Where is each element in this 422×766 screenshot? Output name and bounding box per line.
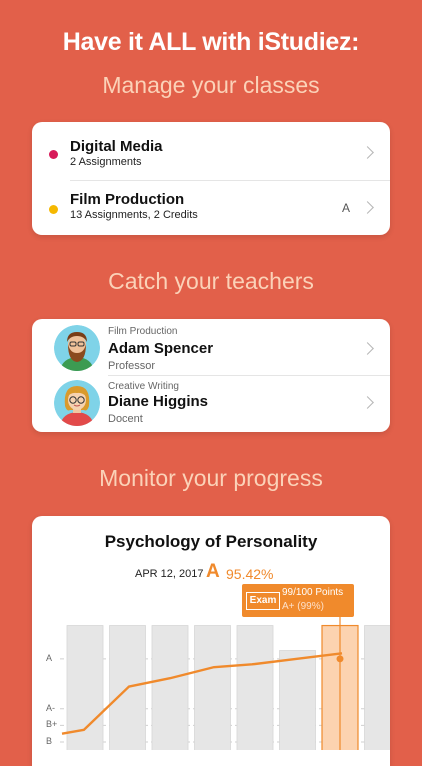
teacher-role: Docent [108,413,143,425]
catch-teachers-title: Catch your teachers [108,268,314,294]
y-tick-label: A- [46,702,55,713]
class-row-film-production[interactable]: Film Production 13 Assignments, 2 Credit… [32,179,390,235]
y-tick-label: A [46,652,53,663]
headline: Have it ALL with iStudiez: [62,28,360,56]
exam-tooltip[interactable]: Exam 99/100 Points A+ (99%) [242,584,354,617]
class-detail: 13 Assignments, 2 Credits [70,209,198,221]
teacher-name: Adam Spencer [108,340,214,357]
woman-with-glasses-avatar [54,380,100,426]
class-color-dot [49,150,58,159]
tooltip-grade: A+ (99%) [282,601,324,612]
y-tick-label: B [46,736,53,746]
chevron-right-icon [361,342,374,355]
teacher-course: Creative Writing [108,381,179,392]
class-name: Digital Media [70,138,163,155]
bar[interactable] [364,625,391,750]
teacher-course: Film Production [108,326,178,337]
manage-classes-title: Manage your classes [102,72,320,98]
y-tick-label: B+ [46,719,58,730]
classes-card: Digital Media 2 Assignments Film Product… [32,122,390,235]
bar[interactable] [194,625,231,750]
bar[interactable] [279,650,316,751]
teacher-name: Diane Higgins [108,393,209,410]
class-grade: A [341,201,350,215]
progress-chart [60,617,391,751]
chevron-right-icon [361,396,374,409]
bar[interactable] [151,625,189,750]
progress-card: Psychology of Personality APR 12, 2017 A… [32,516,390,766]
chevron-right-icon [361,146,374,159]
bar[interactable] [236,625,274,750]
class-name: Film Production [70,191,185,208]
class-detail: 2 Assignments [70,156,142,168]
teacher-row-adam-spencer[interactable]: Film Production Adam Spencer Professor [32,319,390,375]
class-color-dot [49,205,58,214]
teachers-card: Film Production Adam Spencer Professor C… [32,319,390,432]
bearded-man-avatar [54,325,100,371]
monitor-progress-title: Monitor your progress [99,465,323,491]
teacher-row-diane-higgins[interactable]: Creative Writing Diane Higgins Docent [32,375,390,432]
selected-point[interactable] [336,655,344,663]
chevron-right-icon [361,201,374,214]
teacher-role: Professor [108,360,156,372]
tooltip-points: 99/100 Points [282,587,344,598]
tooltip-kind: Exam [246,592,280,610]
class-row-digital-media[interactable]: Digital Media 2 Assignments [32,124,390,180]
